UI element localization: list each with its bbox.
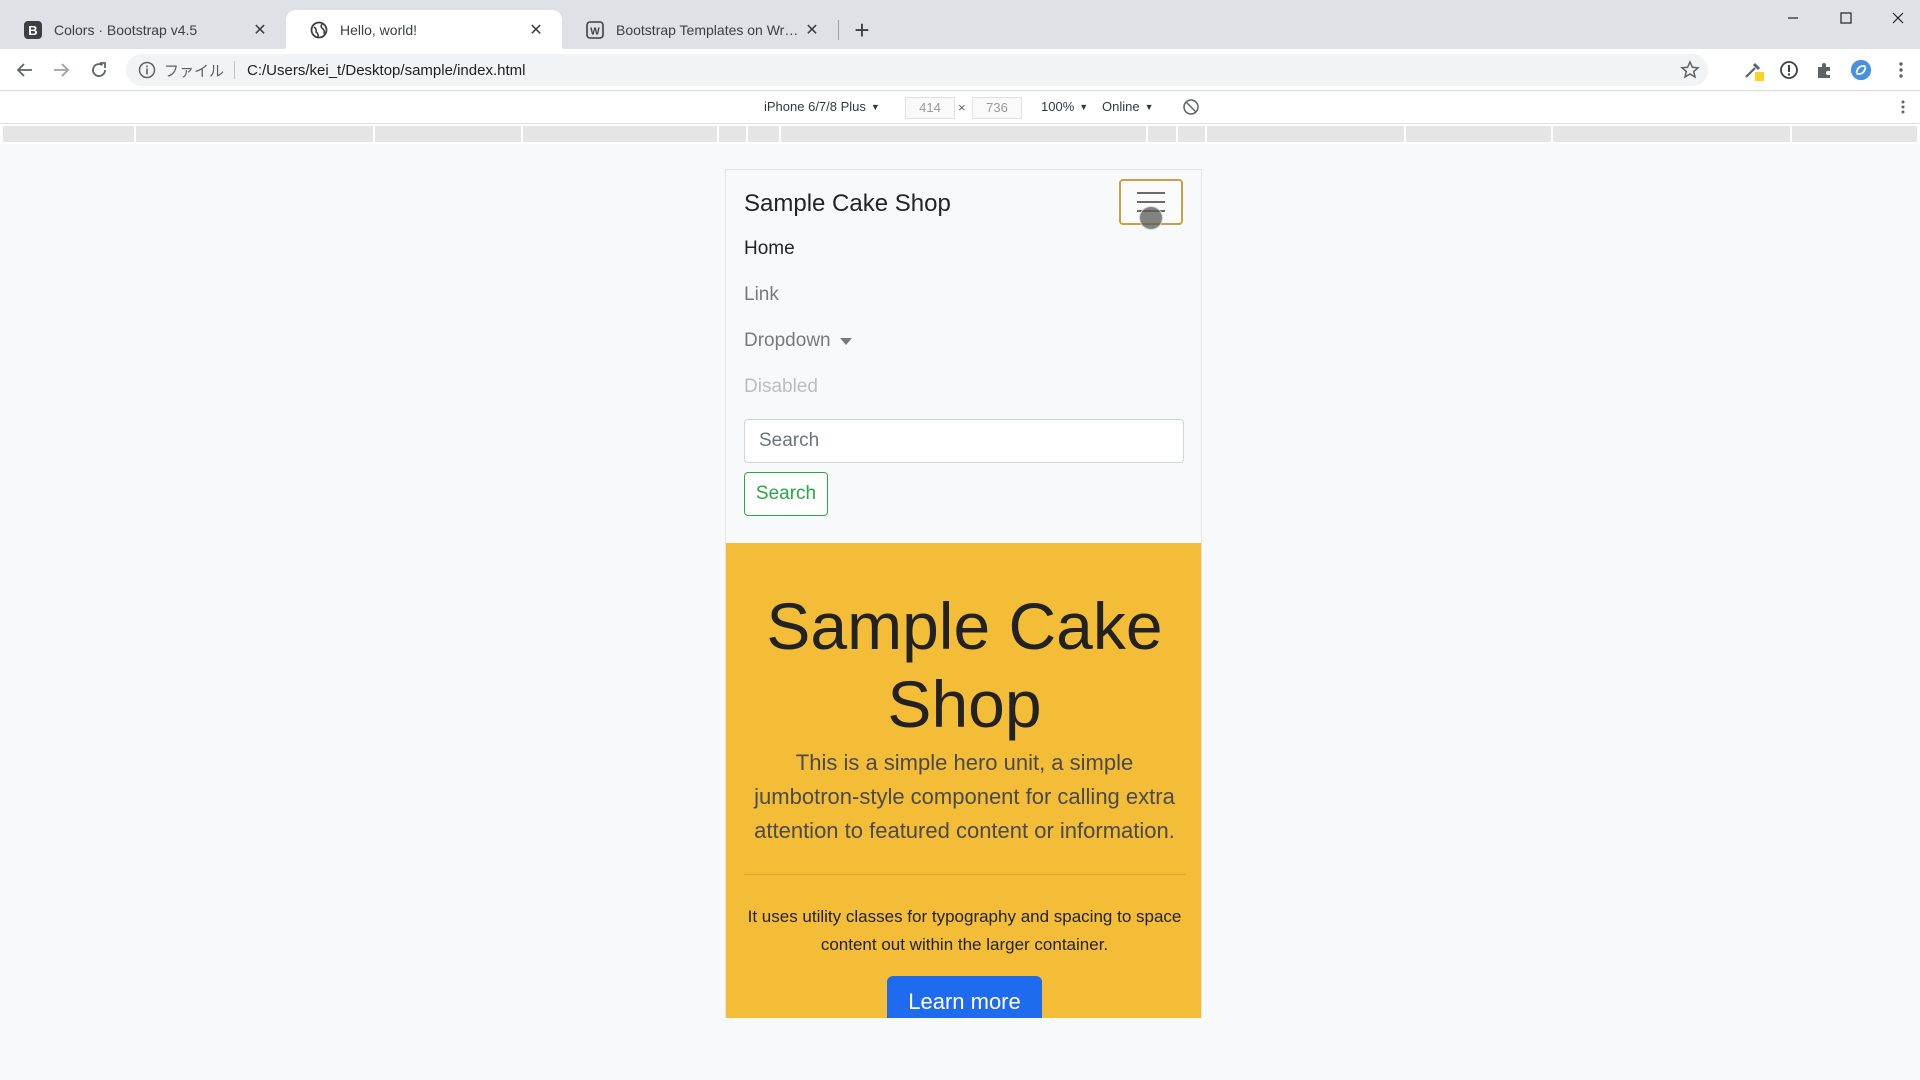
caret-down-icon: ▼ (870, 101, 880, 112)
close-window-icon[interactable] (1870, 0, 1920, 36)
hero-body-text: It uses utility classes for typography a… (747, 907, 1182, 954)
wrapbootstrap-icon: W (586, 20, 604, 39)
back-arrow-icon[interactable] (10, 56, 40, 84)
search-button[interactable]: Search (744, 472, 828, 516)
tab-title: Hello, world! (340, 21, 418, 38)
maximize-icon[interactable] (1818, 0, 1874, 36)
browser-toolbar: ファイル C:/Users/kei_t/Desktop/sample/index… (0, 49, 1920, 91)
minimize-icon[interactable] (1765, 0, 1821, 36)
svg-text:W: W (590, 26, 600, 37)
globe-icon (310, 21, 328, 39)
site-navbar: Sample Cake Shop Home Link Dropdown Disa… (726, 170, 1201, 543)
device-select[interactable]: iPhone 6/7/8 Plus ▼ (764, 99, 880, 114)
tab-title: Bootstrap Templates on WrapBootstrap (616, 21, 802, 38)
caret-down-icon: ▼ (1144, 101, 1154, 112)
dropdown-label: Dropdown (744, 330, 831, 351)
ruler-tick (1176, 126, 1178, 142)
device-toolbar: iPhone 6/7/8 Plus ▼ 414 × 736 100% ▼ Onl… (0, 92, 1920, 124)
info-icon[interactable] (138, 61, 156, 79)
viewport-width-input[interactable]: 414 (905, 97, 955, 119)
hero-title-line2: Shop (887, 667, 1042, 741)
rotate-disabled-icon[interactable] (1182, 98, 1200, 116)
caret-down-icon (839, 337, 852, 345)
hero-jumbotron: Sample Cake Shop This is a simple hero u… (726, 543, 1201, 1018)
ruler-tick (373, 126, 375, 142)
nav-link-home[interactable]: Home (744, 238, 795, 260)
bookmark-star-icon[interactable] (1680, 60, 1700, 80)
hero-title: Sample Cake Shop (726, 587, 1201, 743)
ruler-tick (134, 126, 136, 142)
ruler-tick (1790, 126, 1792, 142)
zoom-select[interactable]: 100% ▼ (1041, 99, 1088, 114)
tab-strip: B Colors · Bootstrap v4.5 ✕ Hello, world… (0, 0, 1920, 49)
nav-link-link[interactable]: Link (744, 284, 779, 306)
tab-wrapbootstrap[interactable]: W Bootstrap Templates on WrapBootstrap ✕ (562, 10, 838, 49)
url-text[interactable]: C:/Users/kei_t/Desktop/sample/index.html (247, 62, 525, 79)
navbar-brand[interactable]: Sample Cake Shop (744, 190, 951, 218)
network-value: Online (1102, 99, 1140, 114)
close-tab-icon[interactable]: ✕ (250, 20, 270, 40)
file-scheme-label: ファイル (164, 62, 225, 80)
touch-cursor-icon (1139, 206, 1163, 230)
close-tab-icon[interactable]: ✕ (802, 20, 822, 40)
ruler-track (3, 126, 1917, 142)
extensions-puzzle-icon[interactable] (1814, 59, 1836, 81)
address-bar[interactable]: ファイル C:/Users/kei_t/Desktop/sample/index… (126, 54, 1708, 86)
profile-avatar-icon[interactable] (1850, 59, 1872, 81)
ruler-tick (779, 126, 781, 142)
tab-hello-world[interactable]: Hello, world! ✕ (286, 10, 562, 49)
ruler-tick (717, 126, 719, 142)
learn-more-button[interactable]: Learn more (887, 976, 1042, 1018)
new-tab-button[interactable]: + (848, 15, 876, 45)
tab-title: Colors · Bootstrap v4.5 (54, 21, 198, 38)
ruler-tick (1205, 126, 1207, 142)
ruler-tick (1404, 126, 1406, 142)
hero-divider (744, 874, 1185, 875)
devtools-more-icon[interactable] (1900, 99, 1906, 115)
caret-down-icon: ▼ (1079, 101, 1089, 112)
hero-lead: This is a simple hero unit, a simple jum… (754, 750, 1175, 843)
device-viewport: Sample Cake Shop Home Link Dropdown Disa… (725, 169, 1202, 1018)
hero-title-line1: Sample Cake (766, 589, 1163, 663)
tab-colors-bootstrap[interactable]: B Colors · Bootstrap v4.5 ✕ (0, 10, 286, 49)
nav-link-dropdown[interactable]: Dropdown (744, 330, 852, 352)
search-input[interactable] (744, 419, 1184, 463)
tab-separator (838, 20, 839, 40)
forward-arrow-icon[interactable] (46, 56, 76, 84)
ruler-tick (1551, 126, 1553, 142)
dimension-times: × (958, 100, 966, 115)
nav-link-disabled: Disabled (744, 376, 818, 397)
kebab-menu-icon[interactable] (1890, 59, 1912, 81)
eyedropper-extension-icon[interactable] (1742, 59, 1764, 81)
close-tab-icon[interactable]: ✕ (526, 20, 546, 40)
svg-text:B: B (28, 23, 37, 38)
viewport-height-input[interactable]: 736 (972, 97, 1022, 119)
ruler-tick (1146, 126, 1148, 142)
zoom-value: 100% (1041, 99, 1075, 114)
device-name: iPhone 6/7/8 Plus (764, 99, 866, 114)
ruler-tick (746, 126, 748, 142)
reload-icon[interactable] (84, 56, 114, 84)
address-divider (234, 61, 236, 79)
media-query-ruler[interactable] (0, 124, 1920, 144)
network-throttle-select[interactable]: Online ▼ (1102, 99, 1154, 114)
bootstrap-icon: B (24, 20, 42, 39)
ruler-tick (521, 126, 523, 142)
password-extension-icon[interactable] (1778, 59, 1800, 81)
